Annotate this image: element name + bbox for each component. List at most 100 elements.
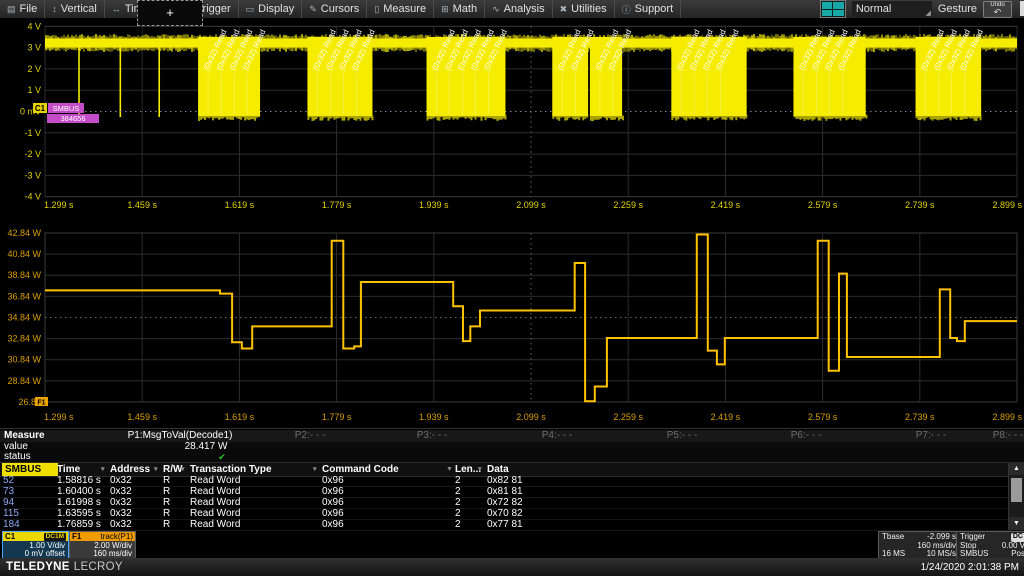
- menu-item-label: Analysis: [504, 3, 545, 15]
- menu-item-analysis[interactable]: ∿Analysis: [485, 0, 553, 18]
- g2-y-tick: 42.84 W: [7, 228, 41, 238]
- cell-len: 2: [455, 475, 461, 486]
- g2-x-tick: 2.579 s: [808, 412, 838, 422]
- g2-x-tick: 2.899 s: [992, 412, 1022, 422]
- cell-rw: R: [163, 475, 170, 486]
- cell-address: 0x32: [110, 475, 132, 486]
- cell-len: 2: [455, 508, 461, 519]
- measure-p5[interactable]: P5:- - -: [667, 430, 698, 442]
- status-row-label: status: [4, 452, 31, 462]
- plus-icon: +: [166, 5, 174, 20]
- undo-button[interactable]: Undo ↶: [983, 1, 1012, 18]
- grid-display-icon[interactable]: [820, 0, 846, 18]
- menu-item-utilities[interactable]: ✖Utilities: [553, 0, 615, 18]
- menu-item-label: File: [20, 3, 38, 15]
- g1-y-tick: 3 V: [27, 43, 41, 53]
- display-icon: ▭: [246, 4, 255, 15]
- scroll-up-icon[interactable]: ▲: [1009, 462, 1024, 475]
- cell-data: 0x81 81: [487, 486, 523, 497]
- c1-descriptor-box[interactable]: C1 DC1M 1.00 V/div 0 mV offset: [2, 531, 69, 559]
- f1-descriptor-box[interactable]: F1 track(P1) 2.00 W/div 160 ms/div: [69, 531, 136, 559]
- cell-time: 1.58816 s: [57, 475, 101, 486]
- g1-x-tick: 1.939 s: [419, 200, 449, 210]
- measure-p2[interactable]: P2:- - -: [295, 430, 326, 442]
- menu-item-measure[interactable]: ▯Measure: [367, 0, 434, 18]
- cell-address: 0x32: [110, 508, 132, 519]
- menu-item-label: Cursors: [321, 3, 360, 15]
- row-index: 184: [3, 519, 20, 530]
- cell-type: Read Word: [190, 475, 240, 486]
- menu-item-file[interactable]: ▤ File: [0, 0, 45, 18]
- g1-x-tick: 2.739 s: [905, 200, 935, 210]
- cell-rw: R: [163, 486, 170, 497]
- menu-item-label: Display: [258, 3, 294, 15]
- g2-y-tick: 38.84 W: [7, 270, 41, 280]
- c1-offset: 0 mV offset: [3, 550, 65, 558]
- menu-item-display[interactable]: ▭Display: [239, 0, 303, 18]
- g1-x-tick: 2.259 s: [613, 200, 643, 210]
- f1-waveform-svg[interactable]: 42.84 W40.84 W38.84 W36.84 W34.84 W32.84…: [0, 214, 1024, 428]
- graph-f1-track[interactable]: 42.84 W40.84 W38.84 W36.84 W34.84 W32.84…: [0, 214, 1024, 428]
- menu-item-label: Support: [635, 3, 674, 15]
- cell-cmd: 0x96: [322, 508, 344, 519]
- row-index: 94: [3, 497, 14, 508]
- cell-len: 2: [455, 519, 461, 530]
- g1-y-tick: 2 V: [27, 64, 41, 74]
- c1-waveform-svg[interactable]: 4 V3 V2 V1 V0 mV-1 V-2 V-3 V-4 V1.299 s1…: [0, 18, 1024, 214]
- footer-bar: TELEDYNELECROY 1/24/2020 2:01:38 PM: [0, 558, 1024, 576]
- table-row[interactable]: 1841.76859 s0x32RRead Word0x9620x77 81: [0, 519, 1024, 531]
- scroll-thumb[interactable]: [1011, 478, 1022, 502]
- g1-y-tick: -1 V: [24, 128, 41, 138]
- g1-x-tick: 1.619 s: [225, 200, 255, 210]
- menu-item-vertical[interactable]: ↕Vertical: [45, 0, 105, 18]
- add-trace-button[interactable]: +: [137, 0, 203, 26]
- c1-coupling-badge: DC1M: [44, 533, 66, 541]
- measure-p6[interactable]: P6:- - -: [791, 430, 822, 442]
- cell-type: Read Word: [190, 508, 240, 519]
- g2-x-tick: 2.419 s: [711, 412, 741, 422]
- cell-type: Read Word: [190, 486, 240, 497]
- g1-x-tick: 2.099 s: [516, 200, 546, 210]
- g2-y-tick: 34.84 W: [7, 312, 41, 322]
- measure-p3[interactable]: P3:- - -: [417, 430, 448, 442]
- table-scrollbar[interactable]: ▲▼: [1008, 462, 1024, 530]
- menu-item-label: Utilities: [571, 3, 606, 15]
- measure-p7[interactable]: P7:- - -: [916, 430, 947, 442]
- g2-x-tick: 2.739 s: [905, 412, 935, 422]
- g2-y-tick: 30.84 W: [7, 355, 41, 365]
- gesture-label: Gesture: [938, 3, 977, 15]
- g1-x-tick: 2.579 s: [808, 200, 838, 210]
- measure-status-row: status✔: [0, 452, 1024, 462]
- f1-badge[interactable]: F1: [37, 399, 45, 406]
- cell-address: 0x32: [110, 497, 132, 508]
- cell-time: 1.60400 s: [57, 486, 101, 497]
- file-icon: ▤: [7, 4, 16, 15]
- g2-x-tick: 1.779 s: [322, 412, 352, 422]
- g1-y-tick: -4 V: [24, 192, 41, 202]
- cell-time: 1.61998 s: [57, 497, 101, 508]
- cell-type: Read Word: [190, 497, 240, 508]
- menu-item-math[interactable]: ⊞Math: [434, 0, 485, 18]
- view-mode-dropdown[interactable]: Normal ◢: [852, 1, 932, 17]
- measure-p8[interactable]: P8:- - -: [993, 430, 1024, 442]
- measure-p4[interactable]: P4:- - -: [542, 430, 573, 442]
- g2-y-tick: 40.84 W: [7, 249, 41, 259]
- g2-y-tick: 32.84 W: [7, 334, 41, 344]
- menu-item-support[interactable]: ⓘSupport: [615, 0, 682, 18]
- smbus-decode-badge[interactable]: SMBUS: [53, 104, 80, 113]
- decode-count-badge: 384656: [60, 114, 85, 123]
- c1-badge[interactable]: C1: [35, 104, 46, 113]
- g1-y-tick: 4 V: [27, 21, 41, 31]
- top-scroll-sliver[interactable]: [1020, 1, 1024, 16]
- menu-right-controls: Normal ◢ Gesture Undo ↶: [820, 0, 1024, 18]
- menu-item-label: Math: [453, 3, 477, 15]
- cell-address: 0x32: [110, 486, 132, 497]
- f1-source: track(P1): [101, 533, 133, 541]
- menu-item-cursors[interactable]: ✎Cursors: [302, 0, 367, 18]
- undo-arrow-icon: ↶: [994, 8, 1002, 16]
- graph-c1-smbus[interactable]: 4 V3 V2 V1 V0 mV-1 V-2 V-3 V-4 V1.299 s1…: [0, 18, 1024, 214]
- datetime-display: 1/24/2020 2:01:38 PM: [921, 562, 1019, 573]
- g1-y-tick: 1 V: [27, 85, 41, 95]
- oscilloscope-screen: ▤File↕Vertical↔Timebase↑Trigger▭Display✎…: [0, 0, 1024, 576]
- scroll-down-icon[interactable]: ▼: [1009, 517, 1024, 530]
